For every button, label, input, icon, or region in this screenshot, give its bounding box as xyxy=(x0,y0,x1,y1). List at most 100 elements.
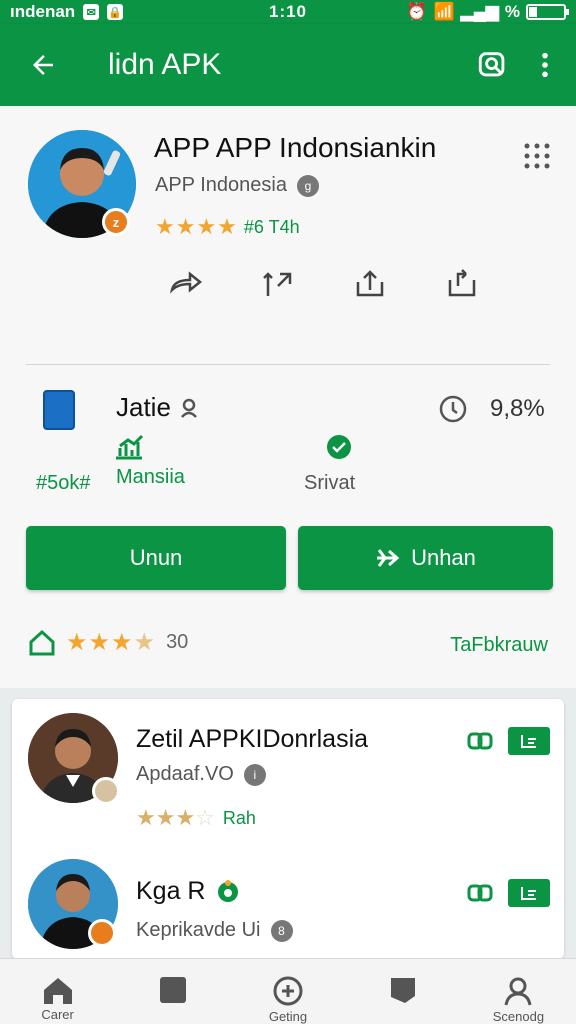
list-item[interactable]: Zetil APPKIDonrlasia Apdaaf.VO i ★★★☆ Ra… xyxy=(12,699,564,831)
alarm-icon: ⏰ xyxy=(406,2,428,21)
nav-label: Geting xyxy=(268,1009,308,1024)
arrow-left-icon xyxy=(33,55,53,75)
item-badge xyxy=(92,777,120,805)
books-icon xyxy=(391,978,416,1003)
item-subtitle-row: Apdaaf.VO i xyxy=(136,763,266,786)
install-button[interactable] xyxy=(508,727,550,755)
nav-games[interactable]: Geting xyxy=(230,959,345,1024)
nav-label: Carer xyxy=(41,1007,74,1022)
item-subtitle-row: Keprikavde Ui 8 xyxy=(136,919,293,942)
upload-icon xyxy=(263,272,292,296)
status-bar: ındenan ✉ 🔒 1:10 ⏰ 📶 ▂▄▆ % xyxy=(0,0,576,24)
upload-button[interactable] xyxy=(232,268,324,298)
chat-icon xyxy=(326,435,351,459)
message-icon: ✉ xyxy=(83,4,100,20)
info-icon[interactable]: i xyxy=(243,763,266,786)
badge-icon: z xyxy=(102,208,130,236)
nav-profile[interactable]: Scenodg xyxy=(461,959,576,1024)
export-button[interactable] xyxy=(416,268,508,298)
review-summary: ★★★★ 30 xyxy=(28,628,188,657)
version-value: 9,8% xyxy=(490,395,545,422)
package-name-row: Jatie xyxy=(116,392,203,423)
signal-icon: ▂▄▆ xyxy=(460,2,499,21)
app-title: APP APP Indonsiankin xyxy=(154,132,437,163)
secondary-button-label: Unhan xyxy=(411,545,476,570)
install-button[interactable] xyxy=(508,879,550,907)
item-title-row: Kga R xyxy=(136,877,241,906)
item-actions xyxy=(466,727,550,755)
chat-label: Srivat xyxy=(304,472,356,494)
action-icon-row xyxy=(140,268,508,298)
nav-label: Scenodg xyxy=(492,1009,545,1024)
link-icon[interactable] xyxy=(466,729,494,753)
developer-name[interactable]: APP Indonesia xyxy=(155,174,287,197)
item-actions xyxy=(466,879,550,907)
stat-category: Mansiia xyxy=(116,466,185,489)
item-rating-row: ★★★☆ Rah xyxy=(136,805,256,831)
status-icons: ⏰ 📶 ▂▄▆ % xyxy=(406,2,569,22)
stat-chat: Srivat xyxy=(304,434,355,495)
back-button[interactable] xyxy=(0,24,90,106)
item-title: Kga R xyxy=(136,877,206,905)
item-stars: ★★★☆ xyxy=(136,805,215,830)
wifi-icon: 📶 xyxy=(433,2,455,21)
carrier-group: ındenan ✉ 🔒 xyxy=(10,2,124,22)
more-vert-icon[interactable] xyxy=(540,51,550,79)
percent-icon: % xyxy=(504,2,520,21)
secondary-button[interactable]: Unhan xyxy=(298,526,553,590)
nav-apps[interactable] xyxy=(115,959,230,1024)
games-icon xyxy=(273,976,303,1006)
primary-button-label: Unun xyxy=(129,545,183,570)
package-name: Jatie xyxy=(116,392,171,422)
item-subtitle: Keprikavde Ui xyxy=(136,919,261,941)
review-stars: ★★★★ xyxy=(66,629,157,656)
install-icon xyxy=(521,887,536,900)
house-icon xyxy=(29,629,55,655)
send-icon xyxy=(377,549,400,567)
nav-home[interactable]: Carer xyxy=(0,959,115,1024)
install-icon xyxy=(521,735,536,748)
app-bar: lidn APK xyxy=(0,24,576,106)
export-icon xyxy=(448,269,476,297)
star-rating: ★★★★ xyxy=(155,214,238,239)
divider xyxy=(26,364,550,365)
item-subtitle: Apdaaf.VO xyxy=(136,763,234,785)
verified-icon xyxy=(218,879,239,902)
search-icon[interactable] xyxy=(476,48,510,82)
info-icon[interactable]: 8 xyxy=(270,919,293,942)
share-icon xyxy=(356,270,384,297)
reviews-link[interactable]: TaFbkrauw xyxy=(450,634,548,657)
clock-icon xyxy=(439,395,467,423)
package-icon xyxy=(43,390,75,430)
forward-button[interactable] xyxy=(140,268,232,298)
apps-icon xyxy=(159,977,186,1003)
bottom-nav: Carer Geting Scenodg xyxy=(0,958,576,1024)
chart-up-icon xyxy=(116,434,144,460)
category-label: Mansiia xyxy=(116,466,185,488)
app-bar-actions xyxy=(476,48,576,82)
page-title: lidn APK xyxy=(108,48,222,81)
item-title: Zetil APPKIDonrlasia xyxy=(136,725,369,753)
profile-icon xyxy=(504,977,532,1006)
forward-icon xyxy=(169,271,203,294)
home-icon xyxy=(43,978,72,1004)
developer-row: APP Indonesia g xyxy=(155,174,319,197)
share-button[interactable] xyxy=(324,268,416,298)
carrier-label: ındenan xyxy=(10,2,76,21)
item-rating-text: Rah xyxy=(222,807,256,828)
more-dots-icon[interactable] xyxy=(522,140,552,170)
info-icon[interactable]: g xyxy=(296,174,319,197)
primary-button[interactable]: Unun xyxy=(26,526,286,590)
rating-row: ★★★★ #6 T4h xyxy=(155,214,300,240)
nav-books[interactable] xyxy=(346,959,461,1024)
battery-icon xyxy=(526,4,569,20)
app-detail-card: z APP APP Indonsiankin APP Indonesia g ★… xyxy=(0,106,576,688)
lock-icon: 🔒 xyxy=(107,4,124,20)
version-row: 9,8% xyxy=(438,394,545,424)
item-badge xyxy=(88,919,116,947)
review-count: 30 xyxy=(166,631,189,653)
search-user-icon[interactable] xyxy=(179,396,203,420)
rating-text: #6 T4h xyxy=(243,216,300,237)
similar-apps-card: Zetil APPKIDonrlasia Apdaaf.VO i ★★★☆ Ra… xyxy=(12,699,564,959)
link-icon[interactable] xyxy=(466,881,494,905)
